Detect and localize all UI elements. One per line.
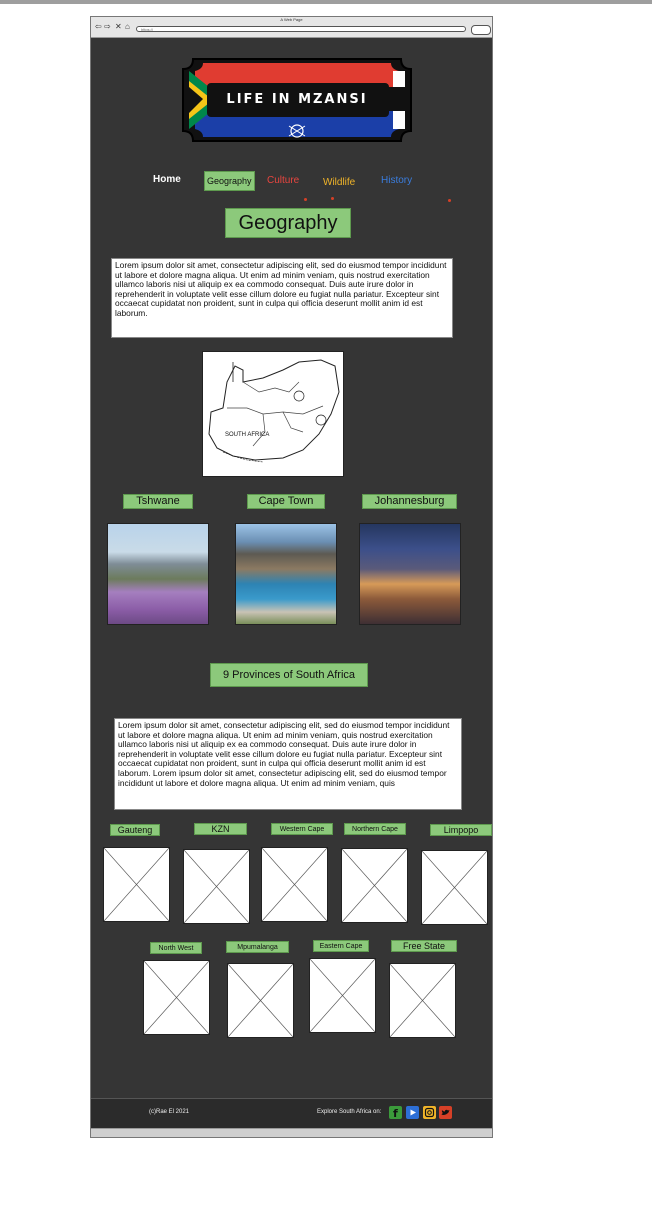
browser-toolbar: A Web Page ⇦ ⇨ ✕ ⌂ https:// [91, 17, 492, 38]
province-label-limpopo: Limpopo [430, 824, 492, 836]
decor-dot [304, 198, 307, 201]
city-label-cape-town: Cape Town [247, 494, 325, 509]
nav-wildlife[interactable]: Wildlife [323, 176, 355, 190]
page-title: Geography [225, 208, 351, 238]
image-placeholder [183, 849, 250, 924]
nav-geography[interactable]: Geography [204, 171, 255, 191]
image-placeholder [227, 963, 294, 1038]
image-placeholder [421, 850, 488, 925]
back-icon[interactable]: ⇦ [95, 23, 102, 31]
intro-text: Lorem ipsum dolor sit amet, consectetur … [111, 258, 453, 338]
explore-text: Explore South Africa on: [317, 1109, 382, 1115]
logo-text: LIFE IN MZANSI [226, 92, 368, 107]
home-icon[interactable]: ⌂ [125, 23, 130, 31]
forward-icon[interactable]: ⇨ [104, 23, 111, 31]
province-label-northern-cape: Northern Cape [344, 823, 406, 835]
city-label-tshwane: Tshwane [123, 494, 193, 509]
nav-home[interactable]: Home [153, 173, 181, 187]
provinces-text: Lorem ipsum dolor sit amet, consectetur … [114, 718, 462, 810]
map-label: SOUTH AFRICA [225, 432, 270, 438]
province-label-kzn: KZN [194, 823, 247, 835]
province-label-eastern-cape: Eastern Cape [313, 940, 369, 952]
image-placeholder [389, 963, 456, 1038]
tshwane-photo [107, 523, 209, 625]
svg-text:f: f [393, 1107, 398, 1119]
browser-window: A Web Page ⇦ ⇨ ✕ ⌂ https:// LIFE IN MZAN… [90, 16, 493, 1138]
province-label-north-west: North West [150, 942, 202, 954]
province-label-mpumalanga: Mpumalanga [226, 941, 289, 953]
instagram-icon[interactable] [423, 1106, 436, 1119]
province-label-gauteng: Gauteng [110, 824, 160, 836]
footer: (c)Rae El 2021 Explore South Africa on: … [91, 1098, 492, 1132]
province-label-free-state: Free State [391, 940, 457, 952]
nav-culture[interactable]: Culture [267, 174, 299, 188]
provinces-heading: 9 Provinces of South Africa [210, 663, 368, 687]
tab-title: A Web Page [280, 17, 303, 22]
province-label-western-cape: Western Cape [271, 823, 333, 835]
image-placeholder [309, 958, 376, 1033]
south-africa-map: SOUTH AFRICA [202, 351, 344, 477]
cape-town-photo [235, 523, 337, 625]
close-icon[interactable]: ✕ [115, 23, 122, 31]
johannesburg-photo [359, 523, 461, 625]
nav-history[interactable]: History [381, 174, 412, 188]
city-label-johannesburg: Johannesburg [362, 494, 457, 509]
site-logo[interactable]: LIFE IN MZANSI [179, 55, 415, 145]
browser-status-bar [91, 1128, 492, 1137]
shield-icon [288, 124, 306, 138]
search-icon[interactable] [471, 25, 491, 35]
image-placeholder [341, 848, 408, 923]
decor-dot [331, 197, 334, 200]
twitter-icon[interactable] [439, 1106, 452, 1119]
youtube-icon[interactable] [406, 1106, 419, 1119]
image-placeholder [103, 847, 170, 922]
image-placeholder [261, 847, 328, 922]
address-bar[interactable]: https:// [136, 26, 466, 32]
top-strip [0, 0, 652, 4]
facebook-icon[interactable]: f [389, 1106, 402, 1120]
image-placeholder [143, 960, 210, 1035]
decor-dot [448, 199, 451, 202]
copyright-text: (c)Rae El 2021 [149, 1109, 190, 1115]
